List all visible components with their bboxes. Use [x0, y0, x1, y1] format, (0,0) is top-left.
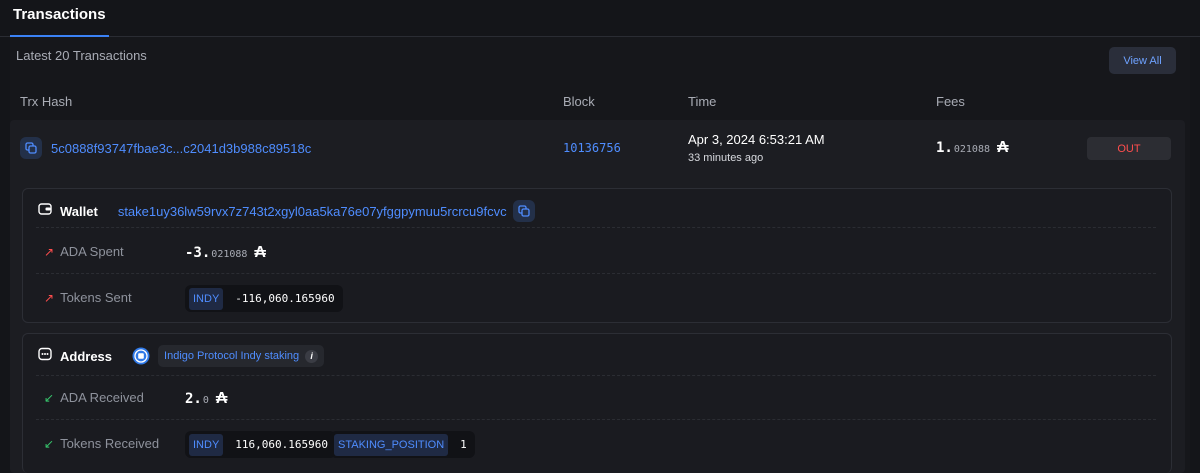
direction-badge: OUT — [1087, 137, 1171, 160]
token-symbol: STAKING_POSITION — [334, 433, 449, 456]
divider — [36, 419, 1156, 420]
block-link[interactable]: 10136756 — [563, 141, 621, 155]
transaction-hash-link[interactable]: 5c0888f93747fbae3c...c2041d3b988c89518c — [51, 141, 311, 156]
fee-frac: 021088 — [953, 144, 990, 155]
fee-int: 1. — [936, 140, 953, 156]
ada-spent-value: -3. 021088 ₳ — [185, 244, 266, 262]
transaction-relative-time: 33 minutes ago — [688, 152, 764, 164]
ada-spent-label: ↗ ADA Spent — [44, 244, 124, 259]
token-chip[interactable]: INDY 116,060.165960 — [185, 431, 336, 458]
fee-value: 1. 021088 ₳ — [936, 139, 1009, 157]
arrow-down-left-icon: ↙ — [44, 390, 55, 405]
column-header-fees: Fees — [936, 94, 965, 109]
ada-spent-frac: 021088 — [211, 249, 248, 260]
protocol-chip[interactable]: Indigo Protocol Indy staking i — [158, 345, 325, 367]
tab-transactions[interactable]: Transactions — [10, 0, 109, 37]
tokens-sent-label: ↗ Tokens Sent — [44, 290, 132, 305]
token-symbol: INDY — [189, 433, 224, 456]
token-amount: 116,060.165960 — [235, 438, 328, 451]
arrow-up-right-icon: ↗ — [44, 244, 55, 259]
column-header-block: Block — [563, 94, 595, 109]
ada-spent-label-text: ADA Spent — [60, 244, 124, 259]
wallet-label: Wallet — [60, 203, 98, 219]
column-header-time: Time — [688, 94, 717, 109]
tokens-received-label: ↙ Tokens Received — [44, 436, 159, 451]
divider — [36, 227, 1156, 228]
ada-received-value: 2. 0 ₳ — [185, 390, 227, 408]
ada-spent-int: -3. — [185, 245, 211, 261]
token-chip[interactable]: STAKING_POSITION 1 — [330, 431, 475, 458]
column-header-hash: Trx Hash — [20, 94, 73, 109]
tokens-received-label-text: Tokens Received — [60, 436, 160, 451]
ada-received-label-text: ADA Received — [60, 390, 144, 405]
ada-received-frac: 0 — [202, 395, 209, 406]
token-symbol: INDY — [189, 287, 224, 310]
ada-received-int: 2. — [185, 391, 202, 407]
transaction-hash-cell: 5c0888f93747fbae3c...c2041d3b988c89518c — [20, 137, 311, 159]
address-label: Address — [60, 348, 113, 364]
address-icon — [38, 347, 52, 366]
protocol-name: Indigo Protocol Indy staking — [164, 350, 300, 362]
tab-bar: Transactions — [0, 0, 1200, 37]
wallet-header: Wallet stake1uy36lw59rvx7z743t2xgyl0aa5k… — [38, 200, 535, 222]
wallet-address-link[interactable]: stake1uy36lw59rvx7z743t2xgyl0aa5ka76e07y… — [118, 204, 507, 219]
divider — [36, 375, 1156, 376]
token-amount: -116,060.165960 — [235, 292, 335, 305]
arrow-up-right-icon: ↗ — [44, 290, 55, 305]
ada-symbol-icon: ₳ — [254, 244, 266, 261]
protocol-logo-icon — [132, 347, 150, 365]
token-amount: 1 — [460, 438, 467, 451]
wallet-icon — [38, 202, 52, 221]
section-subtitle: Latest 20 Transactions — [16, 48, 147, 63]
copy-icon[interactable] — [512, 200, 535, 222]
ada-symbol-icon: ₳ — [996, 139, 1009, 156]
arrow-down-left-icon: ↙ — [44, 436, 55, 451]
copy-icon[interactable] — [20, 137, 42, 159]
tokens-sent-label-text: Tokens Sent — [60, 290, 132, 305]
divider — [36, 273, 1156, 274]
info-icon[interactable]: i — [305, 349, 319, 363]
ada-symbol-icon: ₳ — [215, 390, 228, 407]
ada-received-label: ↙ ADA Received — [44, 390, 144, 405]
transaction-time: Apr 3, 2024 6:53:21 AM — [688, 132, 825, 147]
view-all-button[interactable]: View All — [1109, 47, 1176, 74]
address-header: Address Indigo Protocol Indy staking i — [38, 345, 325, 367]
token-chip[interactable]: INDY -116,060.165960 — [185, 285, 343, 312]
